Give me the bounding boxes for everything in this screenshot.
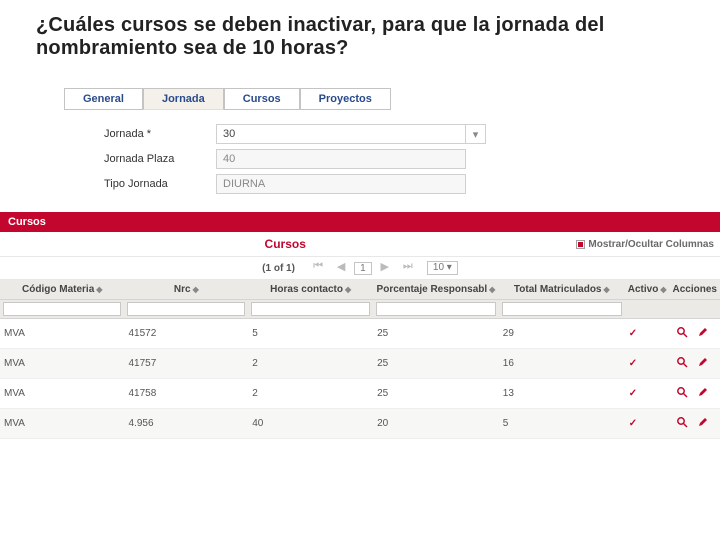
cell-activo[interactable]: ✓ <box>625 319 670 349</box>
cursos-table: Código Materia◆ Nrc◆ Horas contacto◆ Por… <box>0 280 720 439</box>
jornada-plaza-field: 40 <box>216 149 466 169</box>
cell-codigo: MVA <box>0 379 124 409</box>
sort-icon: ◆ <box>96 285 102 294</box>
col-horas[interactable]: Horas contacto◆ <box>248 280 373 300</box>
check-icon: ✓ <box>629 358 637 369</box>
cell-porcentaje: 25 <box>373 319 499 349</box>
pager: (1 of 1) ⏮ ◀ 1 ▶ ⏭ 10 ▾ <box>0 257 720 280</box>
tipo-jornada-label: Tipo Jornada <box>104 178 216 190</box>
filter-codigo[interactable] <box>3 302 121 316</box>
cell-acciones <box>669 409 720 439</box>
pager-page[interactable]: 1 <box>354 262 372 275</box>
jornada-form: Jornada * 30 ▾ Jornada Plaza 40 Tipo Jor… <box>104 124 720 194</box>
toggle-columns-button[interactable]: Mostrar/Ocultar Columnas <box>570 232 720 256</box>
cell-horas: 5 <box>248 319 373 349</box>
pager-next-icon[interactable]: ▶ <box>377 260 393 276</box>
col-activo[interactable]: Activo◆ <box>625 280 670 300</box>
cell-nrc: 41757 <box>124 349 248 379</box>
page-title: ¿Cuáles cursos se deben inactivar, para … <box>36 14 720 60</box>
columns-icon <box>576 240 585 249</box>
cell-total: 5 <box>499 409 625 439</box>
table-row: MVA 41572 5 25 29 ✓ <box>0 319 720 349</box>
tab-bar: General Jornada Cursos Proyectos <box>64 88 720 110</box>
jornada-label: Jornada * <box>104 128 216 140</box>
view-icon[interactable] <box>676 386 688 398</box>
filter-nrc[interactable] <box>127 302 245 316</box>
view-icon[interactable] <box>676 326 688 338</box>
tipo-jornada-field: DIURNA <box>216 174 466 194</box>
cell-acciones <box>669 319 720 349</box>
cell-nrc: 41758 <box>124 379 248 409</box>
pager-size-select[interactable]: 10 ▾ <box>427 261 458 274</box>
chevron-down-icon: ▾ <box>447 262 452 273</box>
cell-porcentaje: 20 <box>373 409 499 439</box>
jornada-dropdown[interactable]: ▾ <box>466 124 486 144</box>
sort-icon: ◆ <box>193 285 199 294</box>
cell-nrc: 41572 <box>124 319 248 349</box>
filter-porcentaje[interactable] <box>376 302 496 316</box>
cell-total: 29 <box>499 319 625 349</box>
pager-size-value: 10 <box>433 262 444 273</box>
table-row: MVA 41757 2 25 16 ✓ <box>0 349 720 379</box>
check-icon: ✓ <box>629 388 637 399</box>
filter-horas[interactable] <box>251 302 370 316</box>
sort-icon: ◆ <box>345 285 351 294</box>
cell-activo[interactable]: ✓ <box>625 409 670 439</box>
cell-horas: 2 <box>248 379 373 409</box>
pager-last-icon[interactable]: ⏭ <box>400 260 416 276</box>
col-total[interactable]: Total Matriculados◆ <box>499 280 625 300</box>
cell-horas: 2 <box>248 349 373 379</box>
cell-codigo: MVA <box>0 409 124 439</box>
toggle-columns-label: Mostrar/Ocultar Columnas <box>588 239 714 250</box>
cell-activo[interactable]: ✓ <box>625 379 670 409</box>
view-icon[interactable] <box>676 416 688 428</box>
cell-total: 13 <box>499 379 625 409</box>
edit-icon[interactable] <box>697 356 709 368</box>
sort-icon: ◆ <box>489 285 495 294</box>
table-row: MVA 4.956 40 20 5 ✓ <box>0 409 720 439</box>
cell-nrc: 4.956 <box>124 409 248 439</box>
col-nrc[interactable]: Nrc◆ <box>124 280 248 300</box>
cell-acciones <box>669 379 720 409</box>
cell-codigo: MVA <box>0 349 124 379</box>
view-icon[interactable] <box>676 356 688 368</box>
pager-prev-icon[interactable]: ◀ <box>333 260 349 276</box>
tab-jornada[interactable]: Jornada <box>143 88 224 110</box>
filter-total[interactable] <box>502 302 622 316</box>
section-subtitle: Cursos <box>0 232 570 256</box>
section-header-cursos: Cursos <box>0 212 720 232</box>
table-row: MVA 41758 2 25 13 ✓ <box>0 379 720 409</box>
cell-acciones <box>669 349 720 379</box>
edit-icon[interactable] <box>697 326 709 338</box>
edit-icon[interactable] <box>697 416 709 428</box>
cell-activo[interactable]: ✓ <box>625 349 670 379</box>
tab-cursos[interactable]: Cursos <box>224 88 300 110</box>
pager-first-icon[interactable]: ⏮ <box>310 260 326 276</box>
col-acciones: Acciones <box>669 280 720 300</box>
cell-porcentaje: 25 <box>373 349 499 379</box>
sort-icon: ◆ <box>604 285 610 294</box>
tab-general[interactable]: General <box>64 88 143 110</box>
cell-total: 16 <box>499 349 625 379</box>
edit-icon[interactable] <box>697 386 709 398</box>
check-icon: ✓ <box>629 418 637 429</box>
jornada-plaza-label: Jornada Plaza <box>104 153 216 165</box>
cell-porcentaje: 25 <box>373 379 499 409</box>
jornada-field[interactable]: 30 <box>216 124 466 144</box>
cell-codigo: MVA <box>0 319 124 349</box>
chevron-down-icon: ▾ <box>473 128 479 141</box>
cell-horas: 40 <box>248 409 373 439</box>
tab-proyectos[interactable]: Proyectos <box>300 88 391 110</box>
pager-info: (1 of 1) <box>262 263 295 274</box>
check-icon: ✓ <box>629 328 637 339</box>
sort-icon: ◆ <box>660 285 666 294</box>
section-subheader: Cursos Mostrar/Ocultar Columnas <box>0 232 720 257</box>
col-porcentaje[interactable]: Porcentaje Responsabl◆ <box>373 280 499 300</box>
col-codigo[interactable]: Código Materia◆ <box>0 280 124 300</box>
